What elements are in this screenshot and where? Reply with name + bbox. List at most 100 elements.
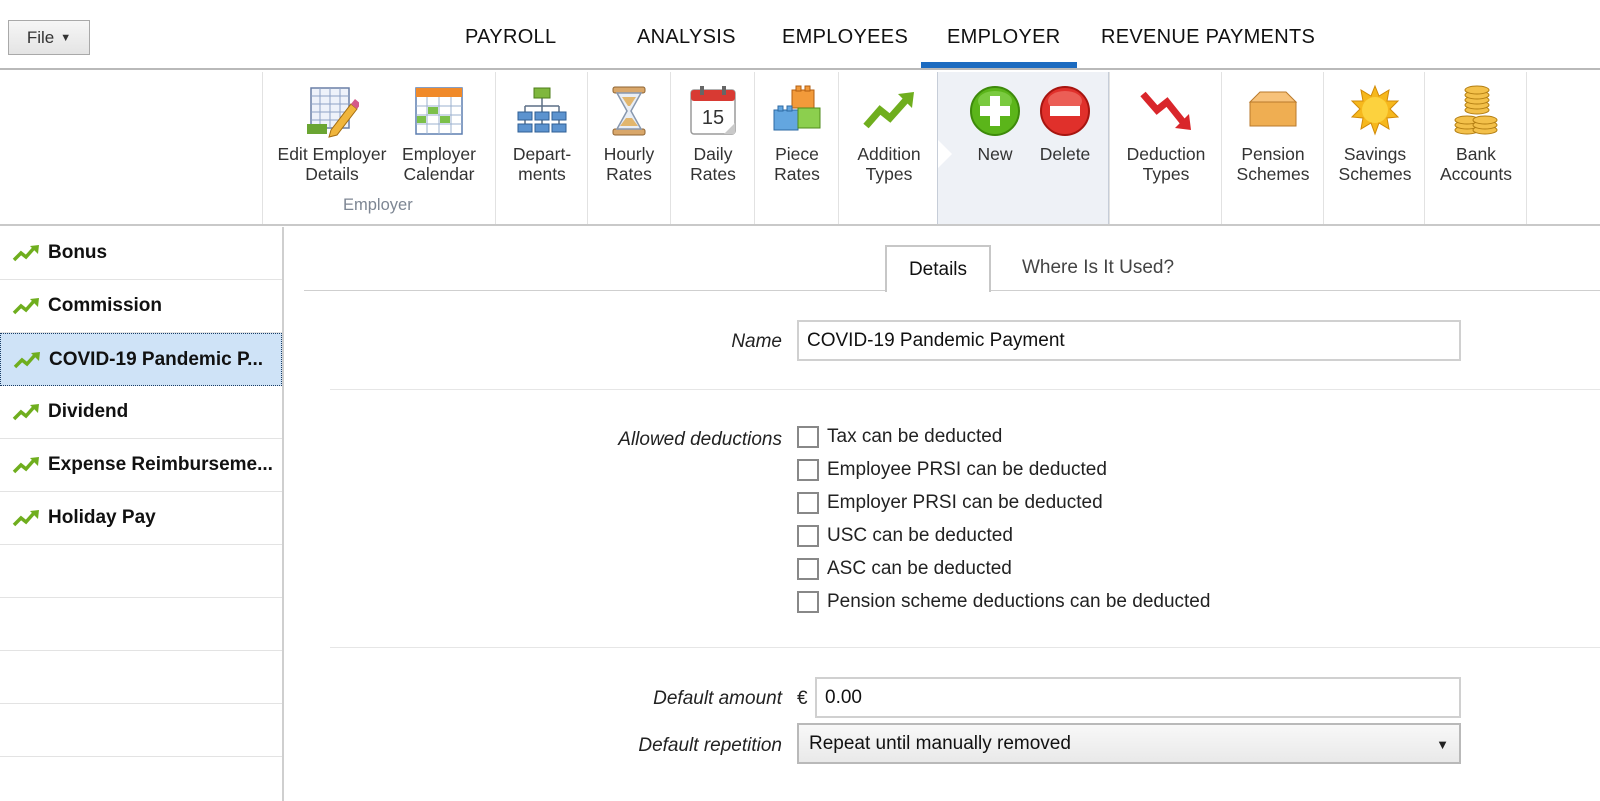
ribbon-group-pension-schemes: Pension Schemes (1221, 72, 1323, 224)
checkbox-box[interactable] (797, 459, 819, 481)
trend-up-arrow-icon (860, 82, 918, 140)
default-amount-label: Default amount (653, 688, 782, 709)
list-item-selected[interactable]: COVID-19 Pandemic P... (0, 333, 282, 386)
name-label: Name (731, 331, 782, 352)
ribbon-group-deduction-types: Deduction Types (1109, 72, 1221, 224)
calendar-day-number: 15 (701, 107, 725, 129)
empty-list-row (0, 545, 282, 598)
trend-up-arrow-icon (13, 351, 40, 368)
file-menu-button[interactable]: File ▼ (8, 20, 90, 55)
employer-calendar-button[interactable]: Employer Calendar (394, 82, 484, 184)
chevron-down-icon: ▼ (1436, 737, 1449, 752)
list-item-label: Holiday Pay (48, 507, 156, 528)
grid-pencil-icon (303, 82, 361, 140)
ribbon-group-piece-rates: Piece Rates (754, 72, 838, 224)
ribbon-group-hourly-rates: Hourly Rates (587, 72, 670, 224)
list-item-label: Bonus (48, 242, 108, 263)
checkbox-box[interactable] (797, 591, 819, 613)
name-input[interactable]: COVID-19 Pandemic Payment (797, 320, 1461, 361)
list-item[interactable]: Dividend (0, 386, 282, 439)
list-item-label: Commission (48, 295, 163, 316)
daily-rates-button[interactable]: 15 Daily Rates (674, 82, 752, 184)
trend-up-arrow-icon (12, 245, 39, 262)
tab-details[interactable]: Details (885, 245, 991, 292)
list-item[interactable]: Bonus (0, 227, 282, 280)
box-icon (1244, 82, 1302, 140)
checkbox-box[interactable] (797, 558, 819, 580)
new-button[interactable]: New (960, 82, 1030, 164)
piece-rates-button[interactable]: Piece Rates (758, 82, 836, 184)
ribbon-group-daily-rates: 15 Daily Rates (670, 72, 754, 224)
ribbon-group-employer: Edit Employer Details Employer Calendar (262, 72, 495, 224)
tab-revenue-payments[interactable]: REVENUE PAYMENTS (1101, 26, 1315, 49)
checkbox-label: ASC can be deducted (827, 558, 1012, 579)
ribbon-group-savings-schemes: Savings Schemes (1323, 72, 1424, 224)
default-amount-input[interactable]: 0.00 (815, 677, 1461, 718)
daily-rates-label: Daily Rates (690, 144, 736, 184)
default-repetition-select[interactable]: Repeat until manually removed ▼ (797, 723, 1461, 764)
trend-up-arrow-icon (12, 457, 39, 474)
top-bar: File ▼ PAYROLL ANALYSIS EMPLOYEES EMPLOY… (0, 0, 1600, 70)
list-item-label: Dividend (48, 401, 129, 422)
list-item[interactable]: Holiday Pay (0, 492, 282, 545)
minus-circle-icon (1036, 82, 1094, 140)
addition-types-label: Addition Types (857, 144, 921, 184)
tab-analysis[interactable]: ANALYSIS (637, 26, 736, 49)
ribbon-group-addition-types: Addition Types (838, 72, 937, 224)
checkbox-asc[interactable]: ASC can be deducted (797, 558, 1012, 580)
checkbox-box[interactable] (797, 426, 819, 448)
tab-employer[interactable]: EMPLOYER (947, 26, 1061, 49)
ribbon-group-bank-accounts: Bank Accounts (1424, 72, 1527, 224)
checkbox-box[interactable] (797, 492, 819, 514)
delete-label: Delete (1039, 144, 1091, 164)
deduction-types-button[interactable]: Deduction Types (1117, 82, 1215, 184)
edit-employer-details-button[interactable]: Edit Employer Details (276, 82, 388, 184)
hourglass-icon (600, 82, 658, 140)
savings-schemes-label: Savings Schemes (1338, 144, 1412, 184)
addition-types-button[interactable]: Addition Types (844, 82, 934, 184)
ribbon-group-new-delete: New Delete (937, 72, 1109, 224)
checkbox-pension-scheme[interactable]: Pension scheme deductions can be deducte… (797, 591, 1210, 613)
employer-calendar-label: Employer Calendar (402, 144, 476, 184)
calendar-day-icon: 15 (684, 82, 742, 140)
bank-accounts-button[interactable]: Bank Accounts (1431, 82, 1521, 184)
trend-down-arrow-icon (1137, 82, 1195, 140)
ribbon: Edit Employer Details Employer Calendar (0, 72, 1600, 226)
empty-list-row (0, 757, 282, 801)
empty-list-row (0, 651, 282, 704)
pension-schemes-label: Pension Schemes (1236, 144, 1310, 184)
savings-schemes-button[interactable]: Savings Schemes (1330, 82, 1420, 184)
tab-where-is-it-used[interactable]: Where Is It Used? (1004, 245, 1192, 291)
delete-button[interactable]: Delete (1030, 82, 1100, 164)
checkbox-employer-prsi[interactable]: Employer PRSI can be deducted (797, 492, 1103, 514)
ribbon-group-departments: Depart- ments (495, 72, 587, 224)
checkbox-tax[interactable]: Tax can be deducted (797, 426, 1002, 448)
new-label: New (977, 144, 1013, 164)
pension-schemes-button[interactable]: Pension Schemes (1228, 82, 1318, 184)
list-item-label: Expense Reimburseme... (48, 454, 273, 475)
checkbox-label: Tax can be deducted (827, 426, 1003, 447)
default-repetition-label: Default repetition (638, 735, 782, 756)
checkbox-usc[interactable]: USC can be deducted (797, 525, 1013, 547)
departments-button[interactable]: Depart- ments (501, 82, 583, 184)
list-item[interactable]: Expense Reimburseme... (0, 439, 282, 492)
file-menu-label: File (26, 27, 55, 47)
checkbox-employee-prsi[interactable]: Employee PRSI can be deducted (797, 459, 1107, 481)
trend-up-arrow-icon (12, 510, 39, 527)
hourly-rates-button[interactable]: Hourly Rates (590, 82, 668, 184)
departments-label: Depart- ments (512, 144, 572, 184)
checkbox-label: Employee PRSI can be deducted (827, 459, 1107, 480)
calendar-grid-icon (410, 82, 468, 140)
tab-payroll[interactable]: PAYROLL (465, 26, 556, 49)
tab-employees[interactable]: EMPLOYEES (782, 26, 908, 49)
empty-list-row (0, 704, 282, 757)
addition-types-list: Bonus Commission COVID-19 Pandemic P... … (0, 227, 284, 801)
checkbox-box[interactable] (797, 525, 819, 547)
chevron-down-icon: ▼ (60, 31, 72, 44)
edit-employer-details-label: Edit Employer Details (277, 144, 387, 184)
blocks-icon (768, 82, 826, 140)
list-item[interactable]: Commission (0, 280, 282, 333)
allowed-deductions-label: Allowed deductions (618, 429, 782, 450)
coins-icon (1447, 82, 1505, 140)
section-divider (330, 647, 1600, 648)
